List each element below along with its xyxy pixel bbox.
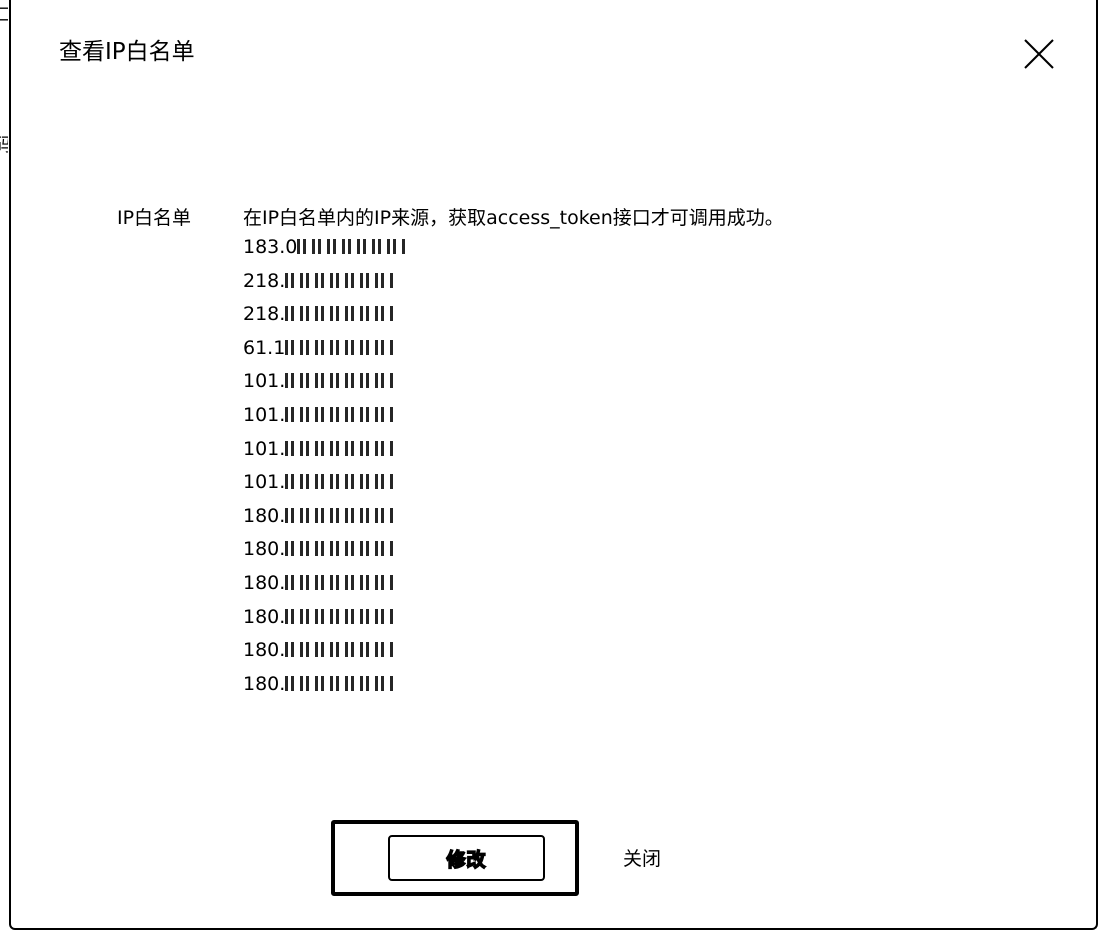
ip-visible-prefix: 61.1: [243, 336, 286, 359]
close-icon-graphic: [1024, 39, 1054, 69]
ip-entry: 180.: [243, 601, 784, 635]
ip-entry: 180.: [243, 500, 784, 534]
ip-entry: 180.: [243, 567, 784, 601]
ip-visible-prefix: 180.: [243, 538, 286, 561]
ip-visible-prefix: 218.: [243, 269, 286, 292]
dialog-title: 查看IP白名单: [59, 39, 195, 65]
edit-button[interactable]: 修改: [388, 835, 545, 881]
ip-whitelist-label: IP白名单: [117, 207, 192, 229]
ip-redaction-mask: [285, 474, 394, 490]
ip-entry: 180.: [243, 533, 784, 567]
background-fragment: 码: [0, 136, 8, 156]
ip-entry: 183.0: [243, 231, 784, 265]
ip-redaction-mask: [285, 272, 394, 288]
ip-entry: 101.: [243, 399, 784, 433]
ip-list: 183.0 218. 218. 61.1 101. 101. 101. 101. 180. 180…: [243, 231, 784, 701]
ip-entry: 218.: [243, 298, 784, 332]
ip-redaction-mask: [285, 406, 394, 422]
ip-entry: 101.: [243, 365, 784, 399]
ip-visible-prefix: 180.: [243, 639, 286, 662]
ip-visible-prefix: 180.: [243, 672, 286, 695]
ip-redaction-mask: [285, 440, 394, 456]
ip-visible-prefix: 101.: [243, 471, 286, 494]
ip-whitelist-content: 在IP白名单内的IP来源，获取access_token接口才可调用成功。 183…: [243, 205, 784, 701]
ip-entry: 101.: [243, 466, 784, 500]
ip-entry: 180.: [243, 668, 784, 702]
ip-visible-prefix: 218.: [243, 303, 286, 326]
ip-redaction-mask: [285, 339, 394, 355]
background-fragment: 口: [0, 6, 8, 26]
ip-visible-prefix: 183.0: [243, 236, 298, 258]
ip-visible-prefix: 180.: [243, 605, 286, 628]
ip-redaction-mask: [285, 306, 394, 322]
ip-visible-prefix: 101.: [243, 403, 286, 426]
ip-redaction-mask: [285, 541, 394, 557]
ip-visible-prefix: 101.: [243, 437, 286, 460]
ip-redaction-mask: [285, 608, 394, 624]
ip-visible-prefix: 180.: [243, 504, 286, 527]
ip-entry: 218.: [243, 265, 784, 299]
whitelist-description: 在IP白名单内的IP来源，获取access_token接口才可调用成功。: [243, 207, 784, 229]
ip-redaction-mask: [297, 239, 406, 254]
ip-redaction-mask: [285, 642, 394, 658]
ip-entry: 101.: [243, 433, 784, 467]
close-icon[interactable]: [1021, 36, 1057, 72]
close-button[interactable]: 关闭: [623, 846, 661, 872]
ip-visible-prefix: 180.: [243, 571, 286, 594]
ip-whitelist-dialog: 查看IP白名单 IP白名单 在IP白名单内的IP来源，获取access_toke…: [9, 0, 1098, 930]
ip-entry: 61.1: [243, 332, 784, 366]
ip-redaction-mask: [285, 574, 394, 590]
ip-redaction-mask: [285, 373, 394, 389]
ip-visible-prefix: 101.: [243, 370, 286, 393]
ip-entry: 180.: [243, 634, 784, 668]
edit-button-focus-frame: 修改: [331, 820, 579, 896]
ip-redaction-mask: [285, 675, 394, 691]
ip-redaction-mask: [285, 507, 394, 523]
